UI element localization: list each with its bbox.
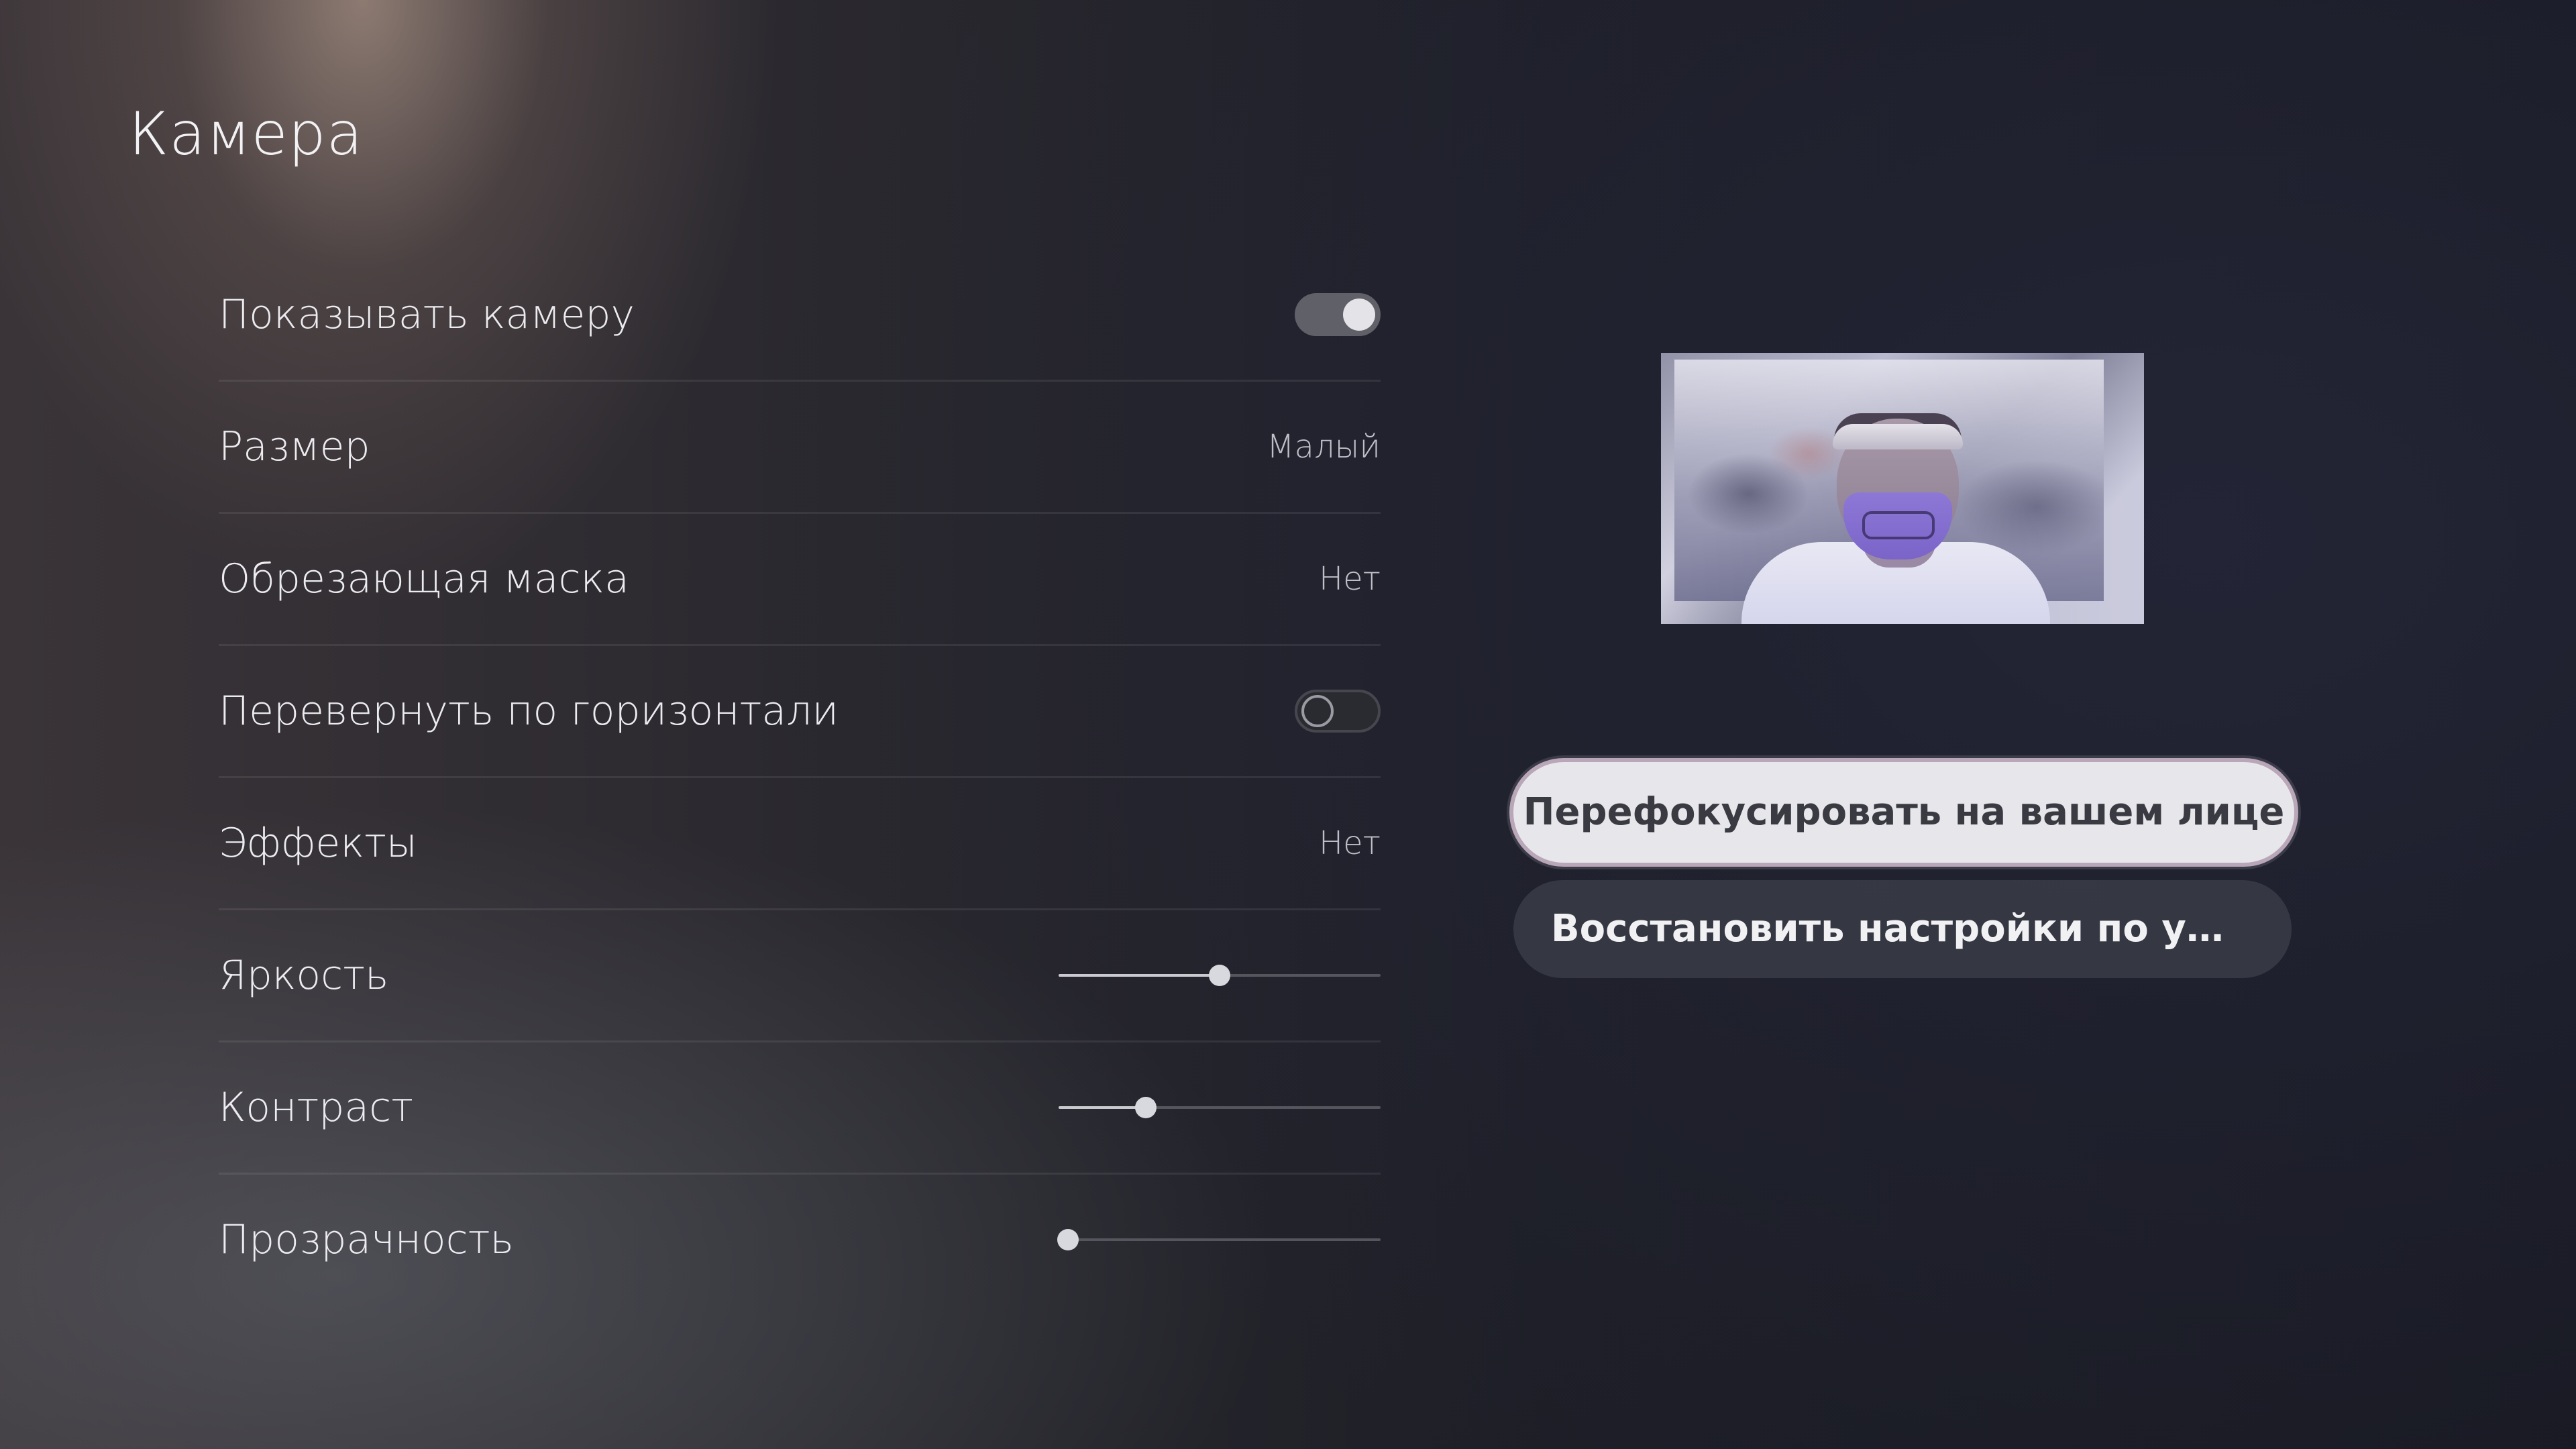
preview-person-headband [1833,424,1963,449]
slider-fill [1059,974,1220,977]
setting-label: Эффекты [219,820,417,867]
setting-show-camera[interactable]: Показывать камеру [219,250,1381,382]
page-title: Камера [129,99,364,168]
effects-value: Нет [1319,824,1381,862]
setting-transparency[interactable]: Прозрачность [219,1175,1381,1305]
setting-size[interactable]: Размер Малый [219,382,1381,514]
restore-defaults-button[interactable]: Восстановить настройки по умол... [1513,880,2292,978]
slider-thumb[interactable] [1209,965,1230,986]
slider-thumb[interactable] [1057,1229,1079,1250]
setting-flip-horizontal[interactable]: Перевернуть по горизонтали [219,646,1381,778]
flip-horizontal-toggle[interactable] [1295,690,1381,733]
toggle-knob [1343,299,1375,331]
preview-mask-print [1862,511,1935,539]
toggle-knob [1301,695,1334,727]
setting-label: Контраст [219,1084,414,1131]
slider-track [1059,1238,1381,1241]
settings-list: Показывать камеру Размер Малый Обрезающа… [219,250,1381,1305]
camera-preview-image [1661,353,2144,624]
brightness-slider[interactable] [1059,962,1381,989]
contrast-slider[interactable] [1059,1094,1381,1121]
setting-crop-mask[interactable]: Обрезающая маска Нет [219,514,1381,646]
setting-effects[interactable]: Эффекты Нет [219,778,1381,910]
slider-thumb[interactable] [1134,1097,1157,1118]
setting-label: Показывать камеру [219,291,635,338]
crop-mask-value: Нет [1319,560,1381,598]
setting-label: Обрезающая маска [219,555,629,602]
setting-label: Размер [219,423,370,470]
transparency-slider[interactable] [1057,1226,1381,1253]
setting-contrast[interactable]: Контраст [219,1042,1381,1175]
setting-label: Перевернуть по горизонтали [219,688,839,735]
refocus-button[interactable]: Перефокусировать на вашем лице [1509,758,2298,867]
slider-fill [1059,1106,1146,1109]
setting-label: Яркость [219,952,389,999]
size-value: Малый [1267,428,1381,466]
setting-brightness[interactable]: Яркость [219,910,1381,1042]
setting-label: Прозрачность [219,1216,514,1263]
show-camera-toggle[interactable] [1295,293,1381,336]
